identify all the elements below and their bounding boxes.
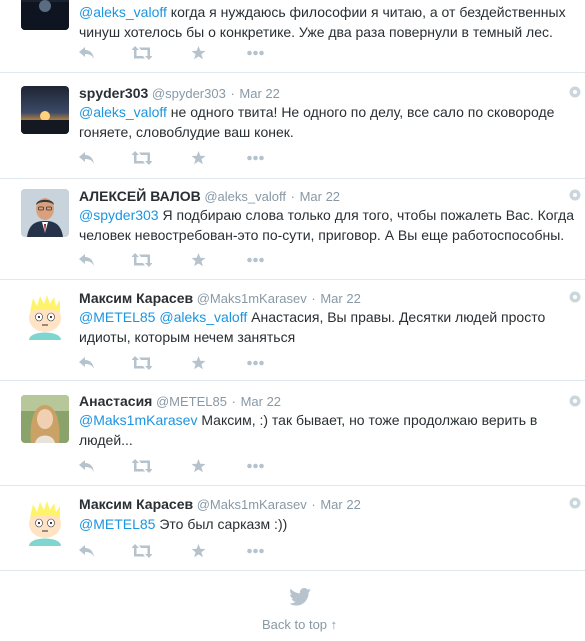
retweet-icon[interactable] xyxy=(132,457,152,475)
favorite-icon[interactable] xyxy=(191,457,206,475)
display-name[interactable]: Максим Карасев xyxy=(79,290,193,306)
tweet-text: @spyder303 Я подбираю слова только для т… xyxy=(79,205,574,245)
more-icon[interactable] xyxy=(247,354,264,372)
tweet[interactable]: Максим Карасев @Maks1mKarasev · Mar 22 @… xyxy=(0,485,585,571)
expand-icon[interactable] xyxy=(569,189,581,201)
tweet-actions xyxy=(79,542,299,560)
timestamp[interactable]: Mar 22 xyxy=(239,86,279,101)
expand-icon[interactable] xyxy=(569,395,581,407)
username[interactable]: @aleks_valoff xyxy=(204,189,286,204)
retweet-icon[interactable] xyxy=(132,251,152,269)
tweet-text: @Maks1mKarasev Максим, :) так бывает, но… xyxy=(79,410,574,450)
timestamp[interactable]: Mar 22 xyxy=(300,189,340,204)
separator: · xyxy=(230,86,235,101)
tweet[interactable]: @aleks_valoff когда я нуждаюсь философии… xyxy=(0,0,585,72)
tweet-header: Анастасия @METEL85 · Mar 22 xyxy=(79,392,281,411)
reply-icon[interactable] xyxy=(79,457,95,475)
tweet-header: АЛЕКСЕЙ ВАЛОВ @aleks_valoff · Mar 22 xyxy=(79,187,340,206)
more-icon[interactable] xyxy=(247,457,264,475)
retweet-icon[interactable] xyxy=(132,44,152,62)
expand-icon[interactable] xyxy=(569,291,581,303)
display-name[interactable]: spyder303 xyxy=(79,85,148,101)
mention-link[interactable]: @METEL85 xyxy=(79,309,155,325)
more-icon[interactable] xyxy=(247,149,264,167)
timestamp[interactable]: Mar 22 xyxy=(241,394,281,409)
mention-link[interactable]: @aleks_valoff xyxy=(159,309,247,325)
more-icon[interactable] xyxy=(247,542,264,560)
mention-link[interactable]: @Maks1mKarasev xyxy=(79,412,197,428)
cartoon-avatar[interactable] xyxy=(21,498,69,546)
tweet-text-part: Это был сарказм :)) xyxy=(155,516,288,532)
separator: · xyxy=(231,394,236,409)
tweet-text: @METEL85 @aleks_valoff Анастасия, Вы пра… xyxy=(79,307,574,347)
expand-icon[interactable] xyxy=(569,86,581,98)
favorite-icon[interactable] xyxy=(191,44,206,62)
retweet-icon[interactable] xyxy=(132,149,152,167)
username[interactable]: @spyder303 xyxy=(152,86,226,101)
twitter-bird-icon xyxy=(289,588,311,606)
tweet-actions xyxy=(79,44,299,62)
tweet-actions xyxy=(79,457,299,475)
separator: · xyxy=(311,291,316,306)
retweet-icon[interactable] xyxy=(132,354,152,372)
woman-portrait-avatar[interactable] xyxy=(21,395,69,443)
display-name[interactable]: АЛЕКСЕЙ ВАЛОВ xyxy=(79,188,201,204)
favorite-icon[interactable] xyxy=(191,251,206,269)
tweet[interactable]: Максим Карасев @Maks1mKarasev · Mar 22 @… xyxy=(0,279,585,380)
cartoon-avatar[interactable] xyxy=(21,292,69,340)
tweet[interactable]: АЛЕКСЕЙ ВАЛОВ @aleks_valoff · Mar 22 @sp… xyxy=(0,178,585,279)
tweet-text: @aleks_valoff не одного твита! Не одного… xyxy=(79,102,574,142)
mention-link[interactable]: @spyder303 xyxy=(79,207,159,223)
tweet-header: spyder303 @spyder303 · Mar 22 xyxy=(79,84,280,103)
tweet-actions xyxy=(79,354,299,372)
more-icon[interactable] xyxy=(247,251,264,269)
reply-icon[interactable] xyxy=(79,149,95,167)
more-icon[interactable] xyxy=(247,44,264,62)
username[interactable]: @Maks1mKarasev xyxy=(197,291,307,306)
tweet-header: Максим Карасев @Maks1mKarasev · Mar 22 xyxy=(79,495,361,514)
tweet[interactable]: spyder303 @spyder303 · Mar 22 @aleks_val… xyxy=(0,72,585,178)
display-name[interactable]: Максим Карасев xyxy=(79,496,193,512)
favorite-icon[interactable] xyxy=(191,149,206,167)
tweet[interactable]: Анастасия @METEL85 · Mar 22 @Maks1mKaras… xyxy=(0,380,585,485)
expand-icon[interactable] xyxy=(569,497,581,509)
favorite-icon[interactable] xyxy=(191,354,206,372)
reply-icon[interactable] xyxy=(79,251,95,269)
sunset-avatar[interactable] xyxy=(21,86,69,134)
tweet-text: @aleks_valoff когда я нуждаюсь философии… xyxy=(79,2,574,42)
tweet-actions xyxy=(79,251,299,269)
retweet-icon[interactable] xyxy=(132,542,152,560)
timestamp[interactable]: Mar 22 xyxy=(320,291,360,306)
tweet-header: Максим Карасев @Maks1mKarasev · Mar 22 xyxy=(79,289,361,308)
avatar[interactable] xyxy=(21,0,69,30)
reply-icon[interactable] xyxy=(79,44,95,62)
username[interactable]: @METEL85 xyxy=(156,394,227,409)
reply-icon[interactable] xyxy=(79,354,95,372)
back-to-top-link[interactable]: Back to top ↑ xyxy=(262,617,337,632)
man-portrait-avatar[interactable] xyxy=(21,189,69,237)
mention-link[interactable]: @aleks_valoff xyxy=(79,4,167,20)
favorite-icon[interactable] xyxy=(191,542,206,560)
tweet-actions xyxy=(79,149,299,167)
display-name[interactable]: Анастасия xyxy=(79,393,152,409)
mention-link[interactable]: @METEL85 xyxy=(79,516,155,532)
username[interactable]: @Maks1mKarasev xyxy=(197,497,307,512)
timestamp[interactable]: Mar 22 xyxy=(320,497,360,512)
mention-link[interactable]: @aleks_valoff xyxy=(79,104,167,120)
separator: · xyxy=(311,497,316,512)
separator: · xyxy=(290,189,295,204)
reply-icon[interactable] xyxy=(79,542,95,560)
tweet-text: @METEL85 Это был сарказм :)) xyxy=(79,514,574,534)
